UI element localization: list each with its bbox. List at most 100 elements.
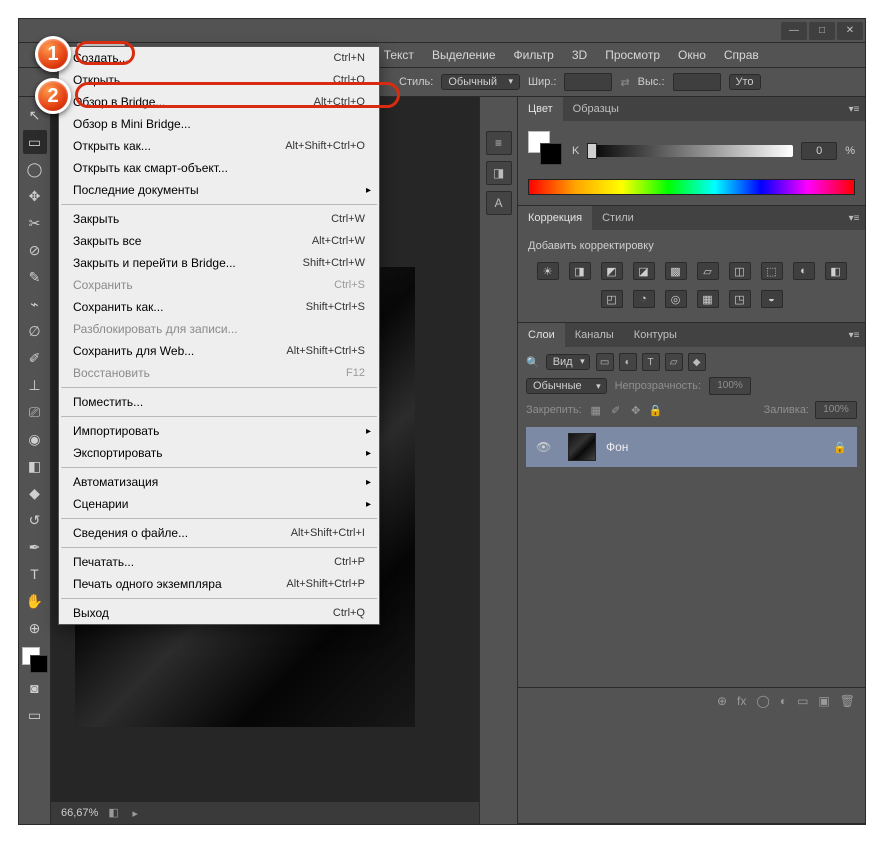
adjustment-icon[interactable]: ◰ [601,290,623,308]
menu-item[interactable]: Закрыть всеAlt+Ctrl+W [59,230,379,252]
tool-wand[interactable]: ✥ [23,184,47,208]
panel-layers-menu-icon[interactable]: ▾≡ [843,323,865,347]
tool-stamp[interactable]: ∅ [23,319,47,343]
menu-select[interactable]: Выделение [423,43,505,67]
options-style-select[interactable]: Обычный [441,74,520,90]
options-refine-button[interactable]: Уто [729,74,761,90]
adjustment-icon[interactable]: ◔ [633,290,655,308]
layer-footer-button[interactable]: ▭ [797,694,808,708]
layer-filter-select[interactable]: Вид [546,354,590,370]
tab-swatches[interactable]: Образцы [563,97,629,121]
menu-item[interactable]: Создать...Ctrl+N [59,47,379,69]
menu-item[interactable]: Открыть...Ctrl+O [59,69,379,91]
tool-eraser[interactable]: ⊥ [23,373,47,397]
visibility-icon[interactable]: 👁 [536,440,552,454]
rail-history-icon[interactable]: ≡ [486,131,512,155]
adjustment-icon[interactable]: ◨ [569,262,591,280]
menu-window[interactable]: Окно [669,43,715,67]
layer-filter-icon[interactable]: ▱ [665,353,683,371]
layer-footer-button[interactable]: fx [737,694,746,708]
menu-item[interactable]: Последние документы [59,179,379,201]
panel-bg-swatch[interactable] [540,143,562,165]
rail-properties-icon[interactable]: ◨ [486,161,512,185]
tool-lasso[interactable]: ◯ [23,157,47,181]
menu-item[interactable]: Сценарии [59,493,379,515]
menu-item[interactable]: Сохранить для Web...Alt+Shift+Ctrl+S [59,340,379,362]
layer-footer-button[interactable]: ◐ [780,694,787,708]
tool-hand[interactable]: ✋ [23,589,47,613]
menu-item[interactable]: Автоматизация [59,471,379,493]
adjustment-icon[interactable]: ▦ [697,290,719,308]
tool-crop[interactable]: ✂ [23,211,47,235]
window-close-button[interactable]: ✕ [837,22,863,40]
layer-filter-icon[interactable]: ◐ [619,353,637,371]
tab-paths[interactable]: Контуры [624,323,687,347]
tool-pen[interactable]: ◆ [23,481,47,505]
color-spectrum[interactable] [528,179,855,195]
lock-kind-icon[interactable]: ▦ [588,402,604,418]
tab-styles[interactable]: Стили [592,206,644,230]
adjustment-icon[interactable]: ☀ [537,262,559,280]
menu-item[interactable]: ВыходCtrl+Q [59,602,379,624]
menu-item[interactable]: Поместить... [59,391,379,413]
adjustment-icon[interactable]: ▩ [665,262,687,280]
lock-kind-icon[interactable]: ✐ [608,402,624,418]
opacity-value[interactable]: 100% [709,377,751,395]
options-width-field[interactable] [564,73,612,91]
menu-item[interactable]: Открыть как...Alt+Shift+Ctrl+O [59,135,379,157]
adjustment-icon[interactable]: ◧ [825,262,847,280]
panel-color-menu-icon[interactable]: ▾≡ [843,97,865,121]
doc-menu-icon[interactable]: ▸ [132,807,138,820]
slider-k[interactable] [587,145,793,157]
tab-corrections[interactable]: Коррекция [518,206,592,230]
tool-blur[interactable]: ◉ [23,427,47,451]
options-height-field[interactable] [673,73,721,91]
window-minimize-button[interactable]: — [781,22,807,40]
screenmode-toggle[interactable]: ▭ [23,703,47,727]
menu-help[interactable]: Справ [715,43,768,67]
menu-item[interactable]: Закрыть и перейти в Bridge...Shift+Ctrl+… [59,252,379,274]
panel-color-swatches[interactable] [528,131,562,165]
tool-history-brush[interactable]: ✐ [23,346,47,370]
menu-item[interactable]: Открыть как смарт-объект... [59,157,379,179]
adjustment-icon[interactable]: ⬚ [761,262,783,280]
options-swap-icon[interactable]: ⇄ [620,76,629,89]
tool-marquee[interactable]: ▭ [23,130,47,154]
layer-filter-icon[interactable]: ▭ [596,353,614,371]
window-maximize-button[interactable]: □ [809,22,835,40]
tool-type[interactable]: ↺ [23,508,47,532]
layer-footer-button[interactable]: 🗑 [840,694,855,708]
zoom-level[interactable]: 66,67% [61,807,98,819]
panel-corrections-menu-icon[interactable]: ▾≡ [843,206,865,230]
fill-value[interactable]: 100% [815,401,857,419]
lock-kind-icon[interactable]: 🔒 [648,402,664,418]
layer-item-background[interactable]: 👁 Фон 🔒 [526,427,857,467]
tool-path[interactable]: ✒ [23,535,47,559]
adjustment-icon[interactable]: ◪ [633,262,655,280]
value-k[interactable]: 0 [801,142,837,160]
quickmask-toggle[interactable]: ◙ [23,676,47,700]
adjustment-icon[interactable]: ◎ [665,290,687,308]
tool-eyedropper[interactable]: ⊘ [23,238,47,262]
adjustment-icon[interactable]: ▱ [697,262,719,280]
menu-item[interactable]: Импортировать [59,420,379,442]
tab-channels[interactable]: Каналы [565,323,624,347]
blend-mode-select[interactable]: Обычные [526,378,607,394]
adjustment-icon[interactable]: ◒ [761,290,783,308]
adjustment-icon[interactable]: ◫ [729,262,751,280]
layer-footer-button[interactable]: ◯ [756,694,769,708]
lock-kind-icon[interactable]: ✥ [628,402,644,418]
menu-type[interactable]: Текст [375,43,423,67]
menu-view[interactable]: Просмотр [596,43,669,67]
layer-filter-icon[interactable]: T [642,353,660,371]
menu-item[interactable]: Печатать...Ctrl+P [59,551,379,573]
doc-info-icon[interactable]: ◧ [108,806,122,820]
tool-gradient[interactable]: ⎚ [23,400,47,424]
tool-zoom[interactable]: ⊕ [23,616,47,640]
menu-filter[interactable]: Фильтр [505,43,563,67]
menu-item[interactable]: Экспортировать [59,442,379,464]
menu-item[interactable]: ЗакрытьCtrl+W [59,208,379,230]
adjustment-icon[interactable]: ◐ [793,262,815,280]
tool-shape[interactable]: T [23,562,47,586]
adjustment-icon[interactable]: ◳ [729,290,751,308]
